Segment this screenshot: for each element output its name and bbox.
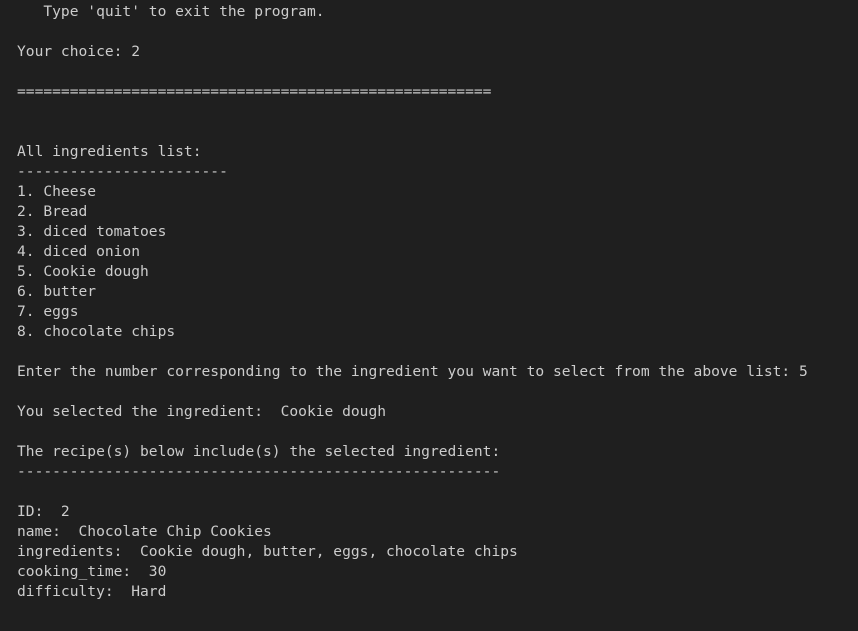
terminal-output[interactable]: Type 'quit' to exit the program. Your ch…: [0, 0, 858, 631]
selected-ingredient-line: You selected the ingredient: Cookie doug…: [17, 403, 387, 420]
ingredient-list-item: 6. butter: [17, 283, 97, 300]
recipe-id-line: ID: 2: [17, 503, 70, 520]
ingredient-list-item: 1. Cheese: [17, 183, 97, 200]
recipes-heading: The recipe(s) below include(s) the selec…: [17, 443, 501, 460]
recipe-cooking-time-line: cooking_time: 30: [17, 563, 167, 580]
separator-line: ========================================…: [17, 83, 492, 100]
choice-line: Your choice: 2: [17, 43, 141, 60]
ingredient-list-item: 8. chocolate chips: [17, 323, 176, 340]
recipe-name-line: name: Chocolate Chip Cookies: [17, 523, 272, 540]
ingredient-list-item: 4. diced onion: [17, 243, 141, 260]
heading-underline: ----------------------------------------…: [17, 463, 501, 480]
recipe-ingredients-line: ingredients: Cookie dough, butter, eggs,…: [17, 543, 518, 560]
ingredient-list-item: 3. diced tomatoes: [17, 223, 167, 240]
selection-prompt-line: Enter the number corresponding to the in…: [17, 363, 808, 380]
ingredient-list-item: 5. Cookie dough: [17, 263, 149, 280]
ingredients-heading: All ingredients list:: [17, 143, 202, 160]
ingredient-list-item: 2. Bread: [17, 203, 88, 220]
recipe-difficulty-line: difficulty: Hard: [17, 583, 167, 600]
heading-underline: ------------------------: [17, 163, 228, 180]
ingredient-list-item: 7. eggs: [17, 303, 79, 320]
quit-instruction-line: Type 'quit' to exit the program.: [17, 3, 325, 20]
